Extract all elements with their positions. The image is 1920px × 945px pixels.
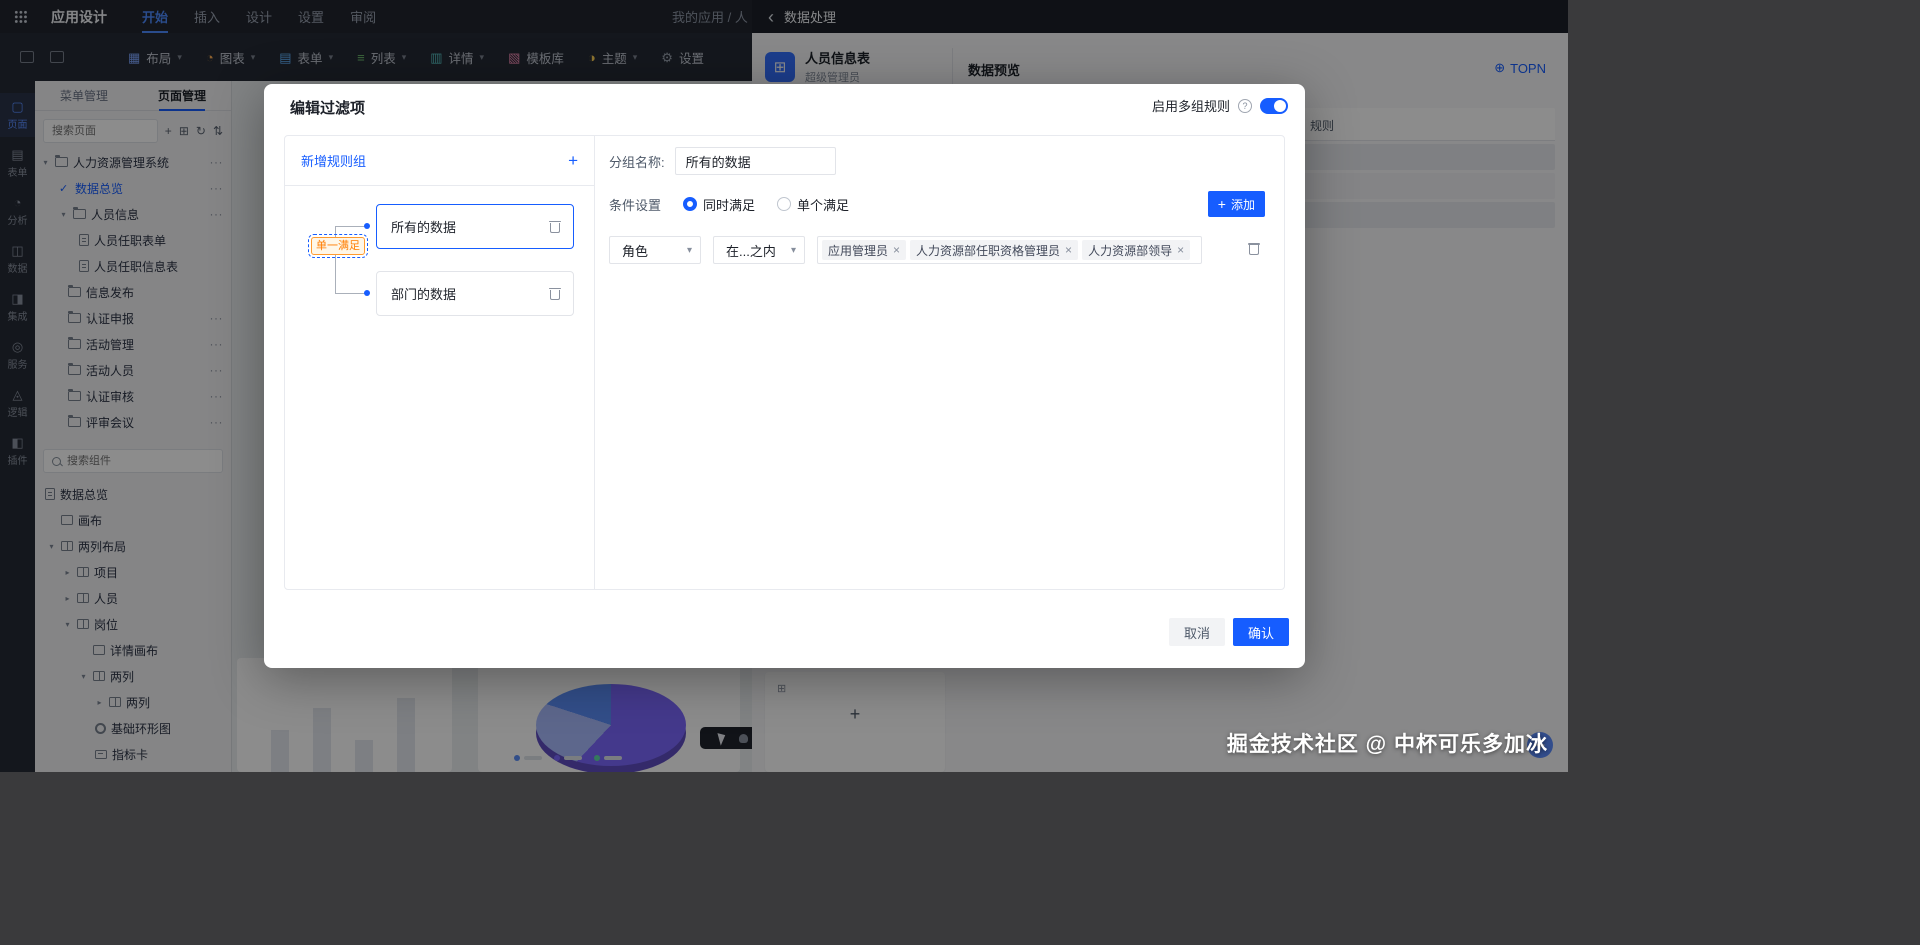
field-select[interactable]: 角色 ▾ <box>609 236 701 264</box>
help-icon[interactable]: ? <box>1238 98 1252 113</box>
remove-tag-icon[interactable]: × <box>1177 243 1184 257</box>
toggle-knob <box>1274 99 1286 112</box>
plus-icon[interactable]: + <box>568 152 578 169</box>
group-name-label: 分组名称: <box>609 154 665 170</box>
app-window: 应用设计 开始 插入 设计 设置 审阅 我的应用 / 人 ‹ 数据处理 ▦ 布局 ▾… <box>0 0 1568 772</box>
radio-any-match[interactable]: 单个满足 <box>777 195 849 214</box>
connector-dot <box>364 223 370 229</box>
rule-group-node[interactable]: 部门的数据 <box>376 271 574 316</box>
group-name-input[interactable] <box>674 147 836 175</box>
modal-title: 编辑过滤项 <box>290 100 366 117</box>
rule-group-header: 新增规则组 + <box>285 136 594 186</box>
value-tag: 人力资源部任职资格管理员 × <box>910 240 1079 260</box>
condition-row: 角色 ▾ 在...之内 ▾ 应用管理员 × 人力资源部任职资格管理员 × 人力资源部领导… <box>609 236 1202 264</box>
connector-line <box>335 226 367 227</box>
remove-tag-icon[interactable]: × <box>893 243 900 257</box>
value-tag: 应用管理员 × <box>822 240 907 260</box>
value-tag: 人力资源部领导 × <box>1082 240 1191 260</box>
multi-rule-toggle[interactable] <box>1260 97 1288 114</box>
group-name-row: 分组名称: <box>609 147 836 175</box>
rule-group-node-selected[interactable]: 所有的数据 <box>376 204 574 249</box>
multi-rule-control: 启用多组规则 ? <box>1152 96 1288 115</box>
condition-setting-label: 条件设置 <box>609 197 662 213</box>
chevron-down-icon: ▾ <box>686 244 692 256</box>
cancel-button[interactable]: 取消 <box>1168 618 1225 646</box>
add-condition-button[interactable]: + 添加 <box>1207 191 1265 217</box>
rule-relation-badge[interactable]: 单一满足 <box>308 234 368 258</box>
remove-tag-icon[interactable]: × <box>1065 243 1072 257</box>
chevron-down-icon: ▾ <box>790 244 796 256</box>
rule-group-label: 所有的数据 <box>391 220 457 235</box>
edit-filter-modal: 编辑过滤项 启用多组规则 ? 新增规则组 + 单一满足 所有的数据 部门的数据 … <box>264 84 1305 668</box>
radio-icon <box>777 197 792 211</box>
rule-group-pane: 新增规则组 + 单一满足 所有的数据 部门的数据 <box>285 136 595 589</box>
desktop-backdrop: 应用设计 开始 插入 设计 设置 审阅 我的应用 / 人 ‹ 数据处理 ▦ 布局 ▾… <box>0 0 1920 945</box>
radio-icon <box>683 197 698 211</box>
operator-select[interactable]: 在...之内 ▾ <box>713 236 805 264</box>
watermark: 掘金技术社区 @ 中杯可乐多加冰 <box>1226 733 1548 756</box>
radio-all-match[interactable]: 同时满足 <box>683 195 755 214</box>
rule-group-label: 部门的数据 <box>391 287 457 302</box>
rule-group-tree: 单一满足 所有的数据 部门的数据 <box>285 186 594 588</box>
multi-rule-label: 启用多组规则 <box>1151 99 1230 114</box>
rule-group-form: 分组名称: 条件设置 同时满足 单个满足 +添加 角色▾ 在...之内▾ 应用管… <box>595 136 1284 589</box>
add-rule-group-button[interactable]: 新增规则组 <box>301 151 366 170</box>
trash-icon[interactable] <box>549 220 561 234</box>
connector-dot <box>364 290 370 296</box>
trash-icon[interactable] <box>549 287 561 301</box>
connector-line <box>335 293 367 294</box>
condition-setting-row: 条件设置 同时满足 单个满足 <box>609 191 849 217</box>
delete-condition-icon[interactable] <box>1248 242 1260 256</box>
filter-editor: 新增规则组 + 单一满足 所有的数据 部门的数据 分组名称: 所有的数据 条件设… <box>284 135 1285 590</box>
confirm-button[interactable]: 确认 <box>1232 618 1289 646</box>
plus-icon: + <box>1217 196 1226 212</box>
values-input[interactable]: 应用管理员 × 人力资源部任职资格管理员 × 人力资源部领导 × <box>817 236 1202 264</box>
modal-footer: 取消 确认 <box>1168 618 1289 646</box>
